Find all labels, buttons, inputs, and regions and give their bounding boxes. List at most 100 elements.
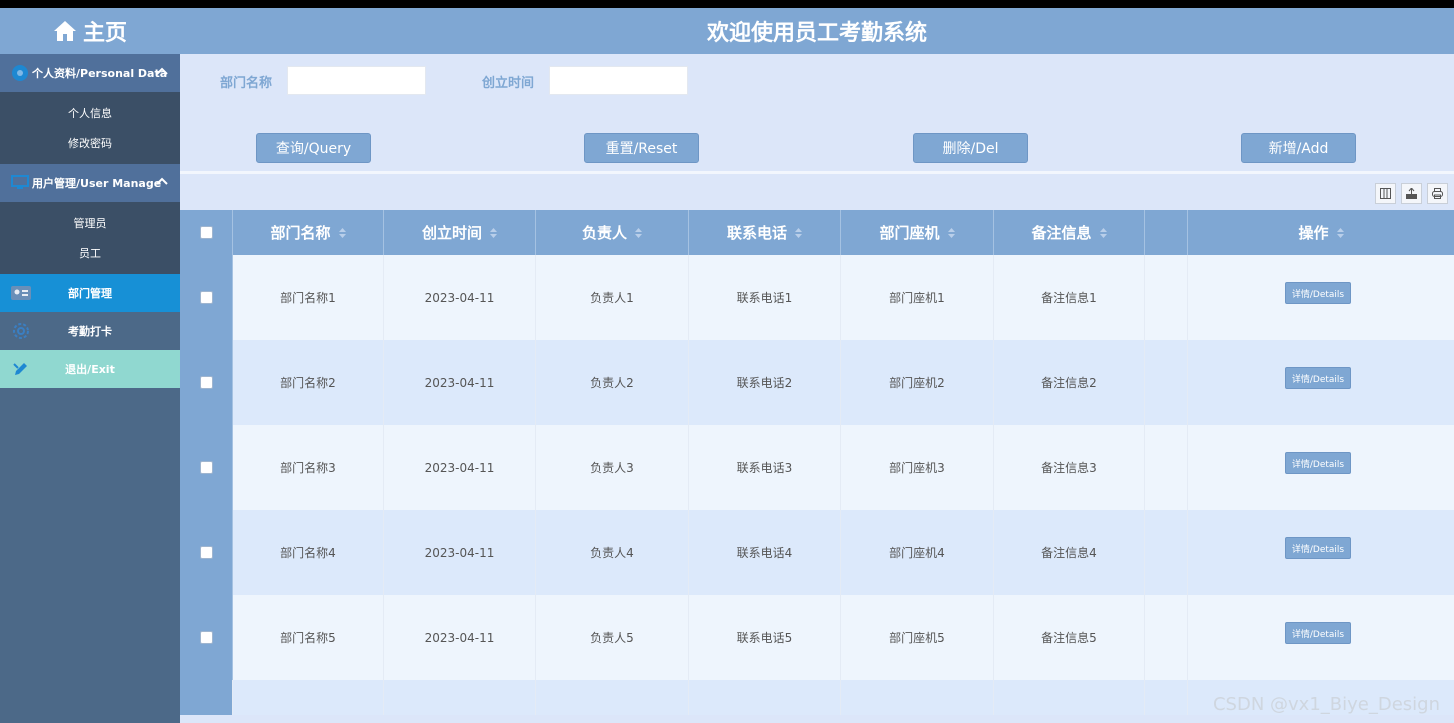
home-link[interactable]: 主页 [0,8,180,54]
table-header: 部门名称 创立时间 负责人 联系电话 部门座机 备注信息 操作 [180,210,1454,255]
page-title: 欢迎使用员工考勤系统 [180,8,1454,54]
sort-icon [1336,227,1344,238]
delete-button[interactable]: 删除/Del [913,133,1028,163]
details-button[interactable]: 详情/Details [1285,622,1351,644]
sidebar-item-personal-info[interactable]: 个人信息 [0,98,180,128]
column-header-remarks[interactable]: 备注信息 [994,210,1145,255]
sort-icon [635,227,642,238]
reset-button[interactable]: 重置/Reset [584,133,699,163]
cell-created-time: 2023-04-11 [384,425,536,510]
query-button[interactable]: 查询/Query [256,133,371,163]
cell-created-time: 2023-04-11 [384,340,536,425]
row-checkbox[interactable] [199,546,213,559]
cell-actions: 详情/Details [1188,510,1454,595]
row-checkbox[interactable] [199,461,213,474]
row-select-cell [180,425,233,510]
sidebar: 主页 个人资料/Personal Data 个人信息 修改密码 用户管理/Use… [0,8,180,723]
dept-name-input[interactable] [287,66,426,95]
add-button[interactable]: 新增/Add [1241,133,1356,163]
cell-empty [233,680,384,715]
cell-landline: 部门座机3 [841,425,994,510]
cell-remarks: 备注信息3 [994,425,1145,510]
details-button[interactable]: 详情/Details [1285,452,1351,474]
column-header-manager[interactable]: 负责人 [536,210,689,255]
row-checkbox[interactable] [199,376,213,389]
column-header-landline[interactable]: 部门座机 [841,210,994,255]
details-button[interactable]: 详情/Details [1285,537,1351,559]
created-time-label: 创立时间 [482,76,535,91]
menu-user-manage-label: 用户管理/User Manage [32,177,162,190]
cell-empty [689,680,841,715]
cell-phone: 联系电话2 [689,340,841,425]
table-row: 部门名称4 2023-04-11 负责人4 联系电话4 部门座机4 备注信息4 … [180,510,1454,595]
sidebar-item-department[interactable]: 部门管理 [0,274,180,312]
dept-name-label: 部门名称 [220,76,273,91]
cell-landline: 部门座机4 [841,510,994,595]
cell-remarks: 备注信息2 [994,340,1145,425]
cell-empty [1145,510,1188,595]
row-select-cell [180,510,233,595]
print-icon [1432,184,1443,203]
export-icon [1406,184,1417,203]
select-all-checkbox[interactable] [199,226,213,239]
cell-empty [994,680,1145,715]
created-time-input[interactable] [549,66,688,95]
sidebar-item-attendance[interactable]: 考勤打卡 [0,312,180,350]
columns-toggle-button[interactable] [1375,183,1396,204]
column-header-created-time[interactable]: 创立时间 [384,210,536,255]
gear-icon [10,321,32,341]
select-all-cell [180,210,233,255]
cell-dept-name: 部门名称5 [233,595,384,680]
column-header-actions[interactable]: 操作 [1188,210,1454,255]
cell-dept-name: 部门名称4 [233,510,384,595]
sort-icon [490,227,497,238]
cell-remarks: 备注信息1 [994,255,1145,340]
details-button[interactable]: 详情/Details [1285,367,1351,389]
menu-user-manage[interactable]: 用户管理/User Manage [0,164,180,202]
divider [180,171,1454,174]
cell-created-time: 2023-04-11 [384,595,536,680]
cell-manager: 负责人4 [536,510,689,595]
cell-actions: 详情/Details [1188,425,1454,510]
sidebar-item-exit[interactable]: 退出/Exit [0,350,180,388]
details-button[interactable]: 详情/Details [1285,282,1351,304]
sidebar-item-admin[interactable]: 管理员 [0,208,180,238]
cell-landline: 部门座机1 [841,255,994,340]
print-button[interactable] [1427,183,1448,204]
menu-personal-data-label: 个人资料/Personal Data [32,67,168,80]
cell-landline: 部门座机2 [841,340,994,425]
column-header-dept-name[interactable]: 部门名称 [233,210,384,255]
watermark: CSDN @vx1_Biye_Design [1212,694,1440,715]
row-select-cell [180,255,233,340]
home-label: 主页 [82,21,127,46]
table-row: 部门名称5 2023-04-11 负责人5 联系电话5 部门座机5 备注信息5 … [180,595,1454,680]
sidebar-item-change-password[interactable]: 修改密码 [0,128,180,158]
submenu-user-manage: 管理员 员工 [0,202,180,274]
column-header-phone[interactable]: 联系电话 [689,210,841,255]
row-select-cell [180,595,233,680]
column-header-empty [1145,210,1188,255]
row-checkbox[interactable] [199,291,213,304]
cell-empty [1145,595,1188,680]
row-checkbox[interactable] [199,631,213,644]
monitor-icon [10,173,30,193]
chevron-up-icon [156,66,168,79]
cell-phone: 联系电话3 [689,425,841,510]
sidebar-item-employee[interactable]: 员工 [0,238,180,268]
cell-dept-name: 部门名称2 [233,340,384,425]
cell-phone: 联系电话4 [689,510,841,595]
row-select-cell [180,340,233,425]
chevron-up-icon [156,176,168,189]
cell-manager: 负责人2 [536,340,689,425]
export-button[interactable] [1401,183,1422,204]
cell-phone: 联系电话1 [689,255,841,340]
sort-icon [947,227,955,238]
cell-dept-name: 部门名称3 [233,425,384,510]
cell-manager: 负责人1 [536,255,689,340]
menu-personal-data[interactable]: 个人资料/Personal Data [0,54,180,92]
sort-icon [338,227,346,238]
cell-actions: 详情/Details [1188,595,1454,680]
cell-empty [536,680,689,715]
cell-remarks: 备注信息4 [994,510,1145,595]
table-row: 部门名称3 2023-04-11 负责人3 联系电话3 部门座机3 备注信息3 … [180,425,1454,510]
